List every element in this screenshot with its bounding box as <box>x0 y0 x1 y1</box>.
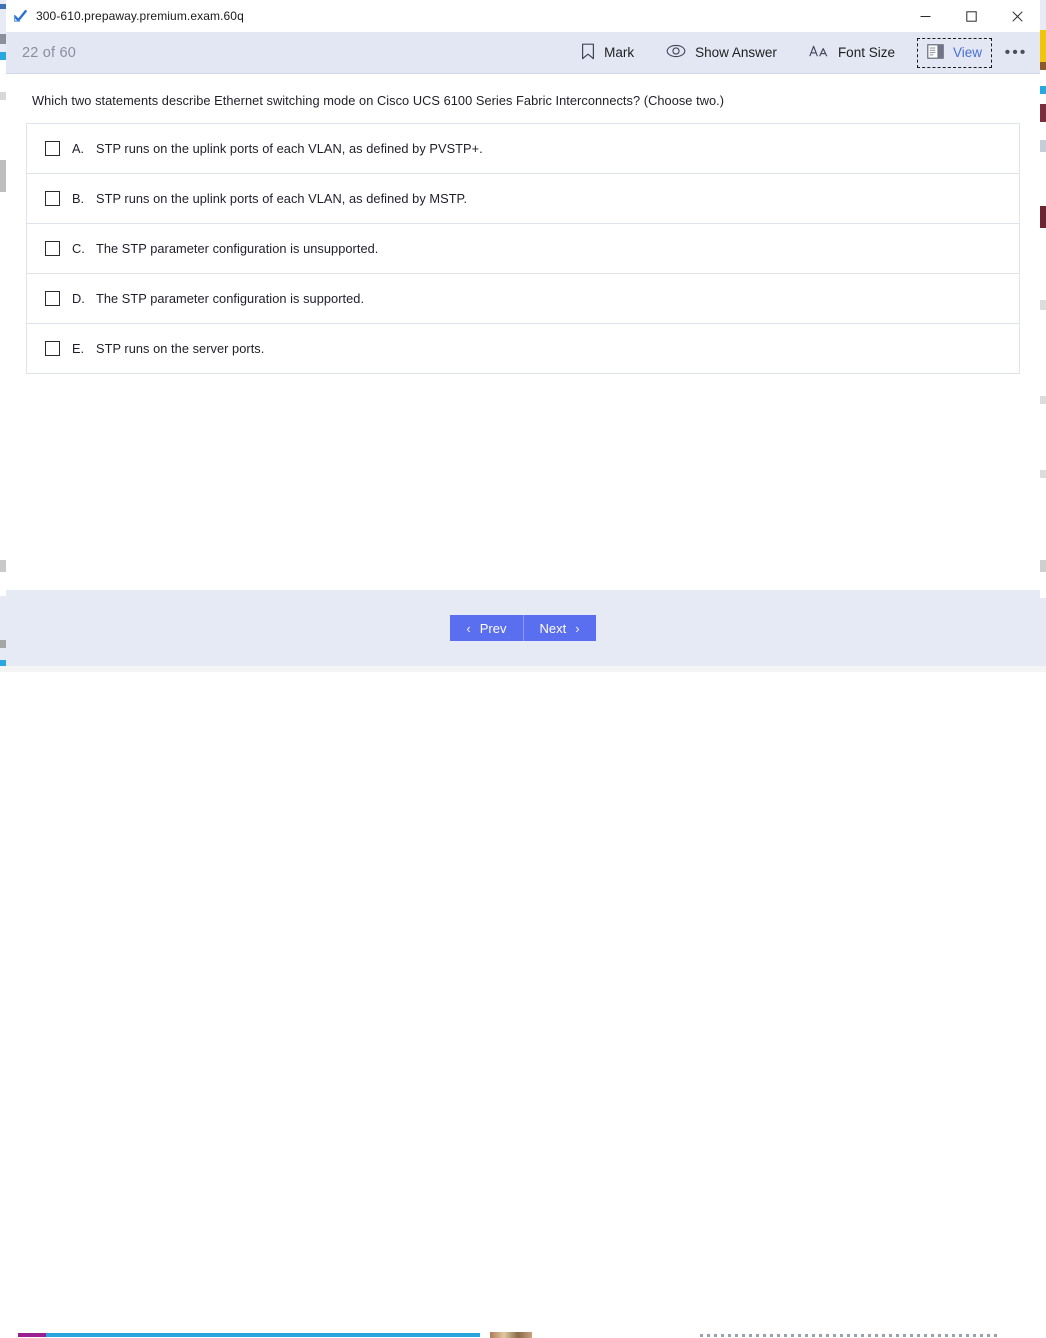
navigation-footer: ‹ Prev Next › <box>6 590 1040 666</box>
font-size-label: Font Size <box>837 45 895 60</box>
option-text-e: STP runs on the server ports. <box>96 340 265 356</box>
font-size-icon <box>809 44 829 62</box>
window-title: 300-610.prepaway.premium.exam.60q <box>36 9 244 23</box>
more-options-button[interactable]: ••• <box>998 39 1034 67</box>
font-size-button[interactable]: Font Size <box>799 39 905 67</box>
toolbar: 22 of 60 Mark Show Answer Font Size View… <box>6 32 1040 74</box>
checkbox-a[interactable] <box>45 140 60 156</box>
background-thumbnail <box>490 1332 532 1338</box>
checkbox-c[interactable] <box>45 240 60 256</box>
question-content-area: Which two statements describe Ethernet s… <box>6 74 1040 590</box>
view-label: View <box>952 45 982 60</box>
answer-option-d[interactable]: D. The STP parameter configuration is su… <box>27 273 1019 324</box>
checkbox-b[interactable] <box>45 190 60 206</box>
answer-option-b[interactable]: B. STP runs on the uplink ports of each … <box>27 173 1019 224</box>
answer-option-a[interactable]: A. STP runs on the uplink ports of each … <box>27 123 1019 174</box>
option-text-b: STP runs on the uplink ports of each VLA… <box>96 190 468 206</box>
close-button[interactable] <box>994 0 1040 32</box>
checkbox-e[interactable] <box>45 340 60 356</box>
next-label: Next <box>539 620 567 636</box>
next-button[interactable]: Next › <box>523 615 596 641</box>
chevron-right-icon: › <box>575 620 580 636</box>
option-letter-e: E. <box>72 340 85 356</box>
answer-options-list: A. STP runs on the uplink ports of each … <box>26 122 1020 374</box>
mark-button[interactable]: Mark <box>571 38 644 68</box>
eye-icon <box>666 44 686 61</box>
layout-view-icon <box>927 43 944 62</box>
option-text-c: The STP parameter configuration is unsup… <box>96 240 379 256</box>
prev-label: Prev <box>479 620 507 636</box>
navigation-button-group: ‹ Prev Next › <box>450 615 596 641</box>
title-bar: 300-610.prepaway.premium.exam.60q <box>6 0 1040 32</box>
blue-check-icon <box>12 8 28 24</box>
option-letter-a: A. <box>72 140 85 156</box>
option-letter-b: B. <box>72 190 85 206</box>
exam-viewer-window: 300-610.prepaway.premium.exam.60q 22 of … <box>6 0 1040 666</box>
answer-option-e[interactable]: E. STP runs on the server ports. <box>27 323 1019 374</box>
maximize-button[interactable] <box>948 0 994 32</box>
show-answer-button[interactable]: Show Answer <box>656 39 787 66</box>
toolbar-actions: Mark Show Answer Font Size View ••• <box>565 32 1040 73</box>
question-text: Which two statements describe Ethernet s… <box>32 93 725 108</box>
mark-label: Mark <box>604 45 635 60</box>
option-text-d: The STP parameter configuration is suppo… <box>96 290 365 306</box>
checkbox-d[interactable] <box>45 290 60 306</box>
prev-button[interactable]: ‹ Prev <box>450 615 524 641</box>
option-letter-d: D. <box>72 290 85 306</box>
background-window-bottom-strip <box>0 666 1046 1338</box>
option-text-a: STP runs on the uplink ports of each VLA… <box>96 140 483 156</box>
window-controls <box>902 0 1040 32</box>
view-button[interactable]: View <box>916 37 993 68</box>
background-progress-bar <box>18 1333 480 1337</box>
chevron-left-icon: ‹ <box>466 620 471 636</box>
question-counter: 22 of 60 <box>22 44 77 61</box>
background-window-right-sliver <box>1040 0 1046 672</box>
minimize-button[interactable] <box>902 0 948 32</box>
answer-option-c[interactable]: C. The STP parameter configuration is un… <box>27 223 1019 274</box>
option-letter-c: C. <box>72 240 85 256</box>
background-dotted-row <box>700 1334 1000 1337</box>
show-answer-label: Show Answer <box>695 45 777 60</box>
application-root: 300-610.prepaway.premium.exam.60q 22 of … <box>0 0 1046 1338</box>
bookmark-icon <box>581 43 595 63</box>
